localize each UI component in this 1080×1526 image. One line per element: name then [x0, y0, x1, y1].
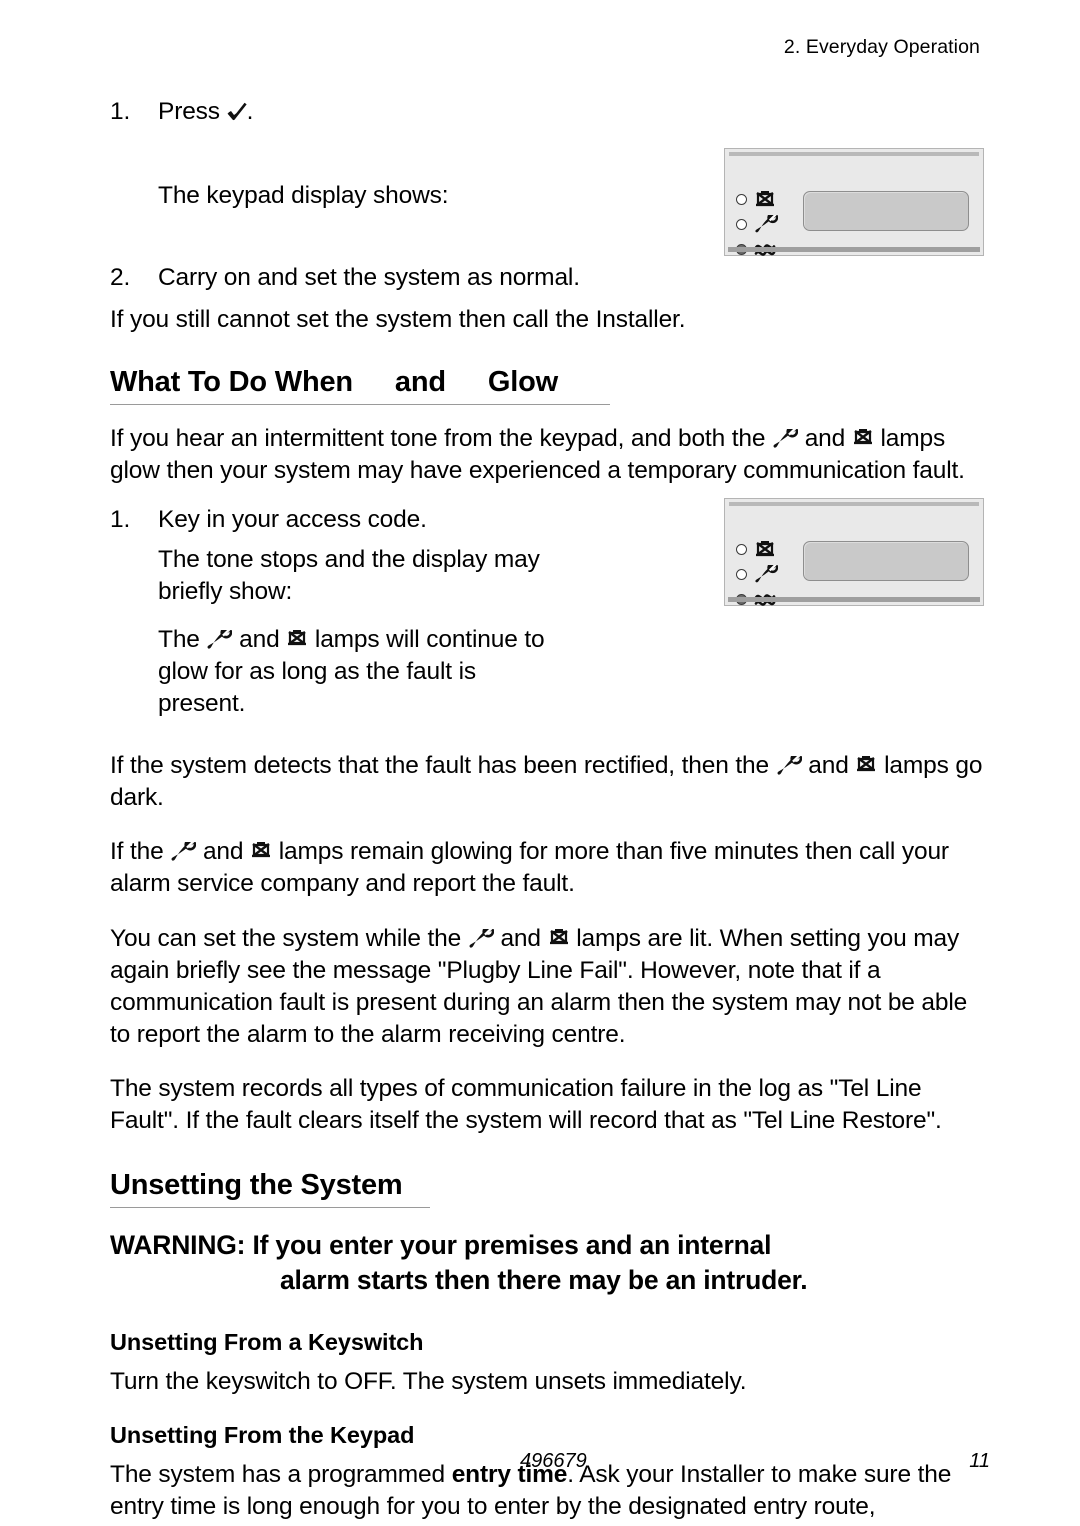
- crossed-bell-icon: [548, 927, 570, 948]
- tone-stops-text: The tone stops and the display may brief…: [158, 545, 540, 605]
- page-footer: 496679 11: [110, 1450, 990, 1473]
- list-text: Carry on and set the system as normal.: [158, 264, 580, 292]
- heading-part-2: and: [394, 366, 446, 399]
- crossed-bell-icon: [286, 628, 308, 649]
- canset-text-b: and: [500, 924, 541, 952]
- crossed-bell-icon: [855, 754, 877, 775]
- subheading-unsetting-from-keypad: Unsetting From the Keypad: [110, 1421, 415, 1448]
- crossed-bell-icon: [852, 427, 874, 448]
- rectified-text-a: If the system detects that the fault has…: [110, 752, 769, 780]
- can-set-system-paragraph: You can set the system while the and lam…: [110, 923, 990, 1051]
- installer-note: If you still cannot set the system then …: [110, 306, 686, 334]
- tick-icon: [227, 102, 247, 121]
- list-number: 2.: [110, 264, 131, 292]
- page-number: 11: [969, 1450, 990, 1472]
- list-number: 1.: [110, 505, 131, 533]
- document-number: 496679: [520, 1450, 587, 1472]
- remain-text-b: and: [202, 838, 244, 866]
- list-item-press-tick: 1. Press .: [110, 96, 990, 128]
- list-number: 1.: [110, 98, 131, 125]
- canset-text-a: You can set the system while the: [110, 924, 462, 952]
- wrench-icon: [468, 928, 494, 948]
- intermittent-tone-paragraph: If you hear an intermittent tone from th…: [110, 423, 980, 487]
- lamps-text-a: The: [158, 625, 200, 653]
- list-item-key-access-code: 1. Key in your access code.: [110, 504, 698, 536]
- document-page: 2. Everyday Operation 1. Press . The key…: [0, 0, 1080, 1526]
- warning-line-2: alarm starts then there may be an intrud…: [280, 1265, 808, 1296]
- heading-part-1: What To Do When: [110, 366, 353, 399]
- list-item-carry-on: 2. Carry on and set the system as normal…: [110, 262, 990, 294]
- warning-block: WARNING: If you enter your premises and …: [110, 1228, 990, 1298]
- wrench-icon: [776, 756, 802, 775]
- wrench-icon: [170, 842, 197, 861]
- list-text: Press .: [158, 98, 253, 125]
- lamps-continue-text: The and lamps will continue to glow for …: [110, 624, 558, 720]
- intro-text-b: and: [804, 425, 846, 453]
- keyswitch-instruction: Turn the keyswitch to OFF. The system un…: [110, 1367, 747, 1395]
- press-label: Press: [158, 98, 220, 125]
- intro-text-a: If you hear an intermittent tone from th…: [110, 425, 766, 453]
- main-content: 1. Press . The keypad display shows: 2. …: [110, 96, 990, 1526]
- list-text: Key in your access code.: [158, 505, 427, 533]
- lamps-text-b: and: [239, 625, 280, 653]
- heading-unsetting-the-system: Unsetting the System: [110, 1169, 430, 1209]
- keypad-shows-text: The keypad display shows:: [158, 182, 449, 210]
- heading-part-3: Glow: [487, 366, 558, 399]
- crossed-bell-icon: [250, 840, 272, 861]
- lamps-remain-paragraph: If the and lamps remain glowing for more…: [110, 836, 990, 900]
- period-label: .: [246, 98, 254, 125]
- wrench-icon: [206, 629, 233, 649]
- remain-text-a: If the: [110, 838, 164, 866]
- log-records-paragraph: The system records all types of communic…: [110, 1074, 942, 1134]
- fault-rectified-paragraph: If the system detects that the fault has…: [110, 750, 990, 814]
- running-header: 2. Everyday Operation: [783, 36, 980, 58]
- warning-line-1: WARNING: If you enter your premises and …: [110, 1230, 772, 1261]
- heading-what-to-do-when-glow: What To Do When and Glow: [110, 366, 610, 406]
- wrench-icon: [772, 429, 799, 448]
- subheading-unsetting-from-keyswitch: Unsetting From a Keyswitch: [110, 1328, 424, 1355]
- rectified-text-b: and: [808, 752, 849, 780]
